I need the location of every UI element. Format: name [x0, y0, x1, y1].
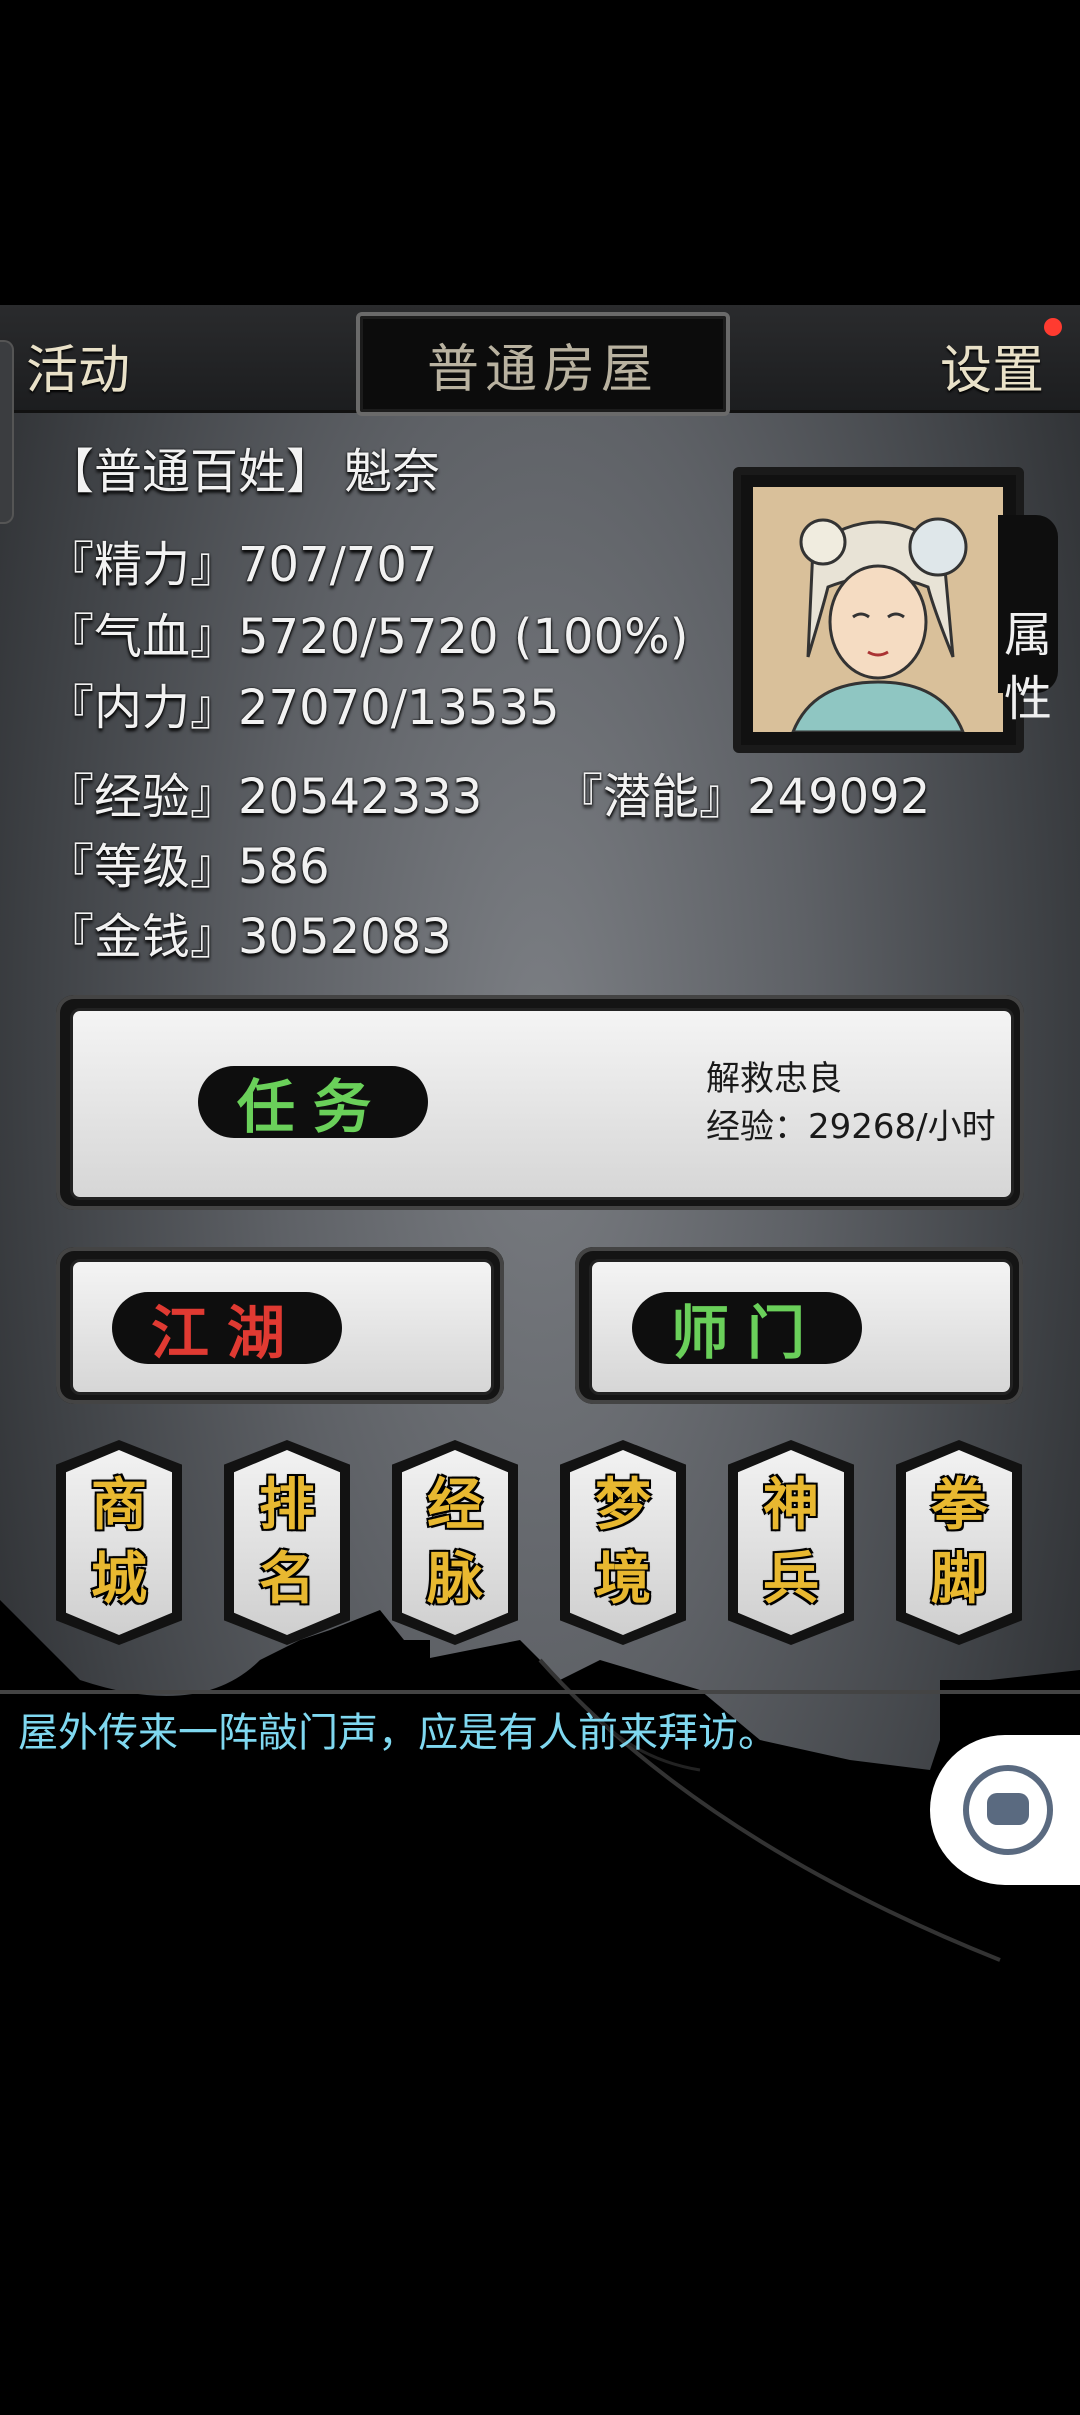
settings-button[interactable]: 设置 [940, 328, 1044, 403]
stat-money: 『金钱』3052083 [46, 897, 452, 967]
portrait-image [753, 487, 1003, 734]
assistant-button[interactable] [930, 1735, 1080, 1885]
attribute-tab[interactable]: 属 性 [998, 515, 1058, 727]
task-exp-rate: 经验：29268/小时 [706, 1107, 996, 1147]
notification-dot-icon [1044, 318, 1062, 336]
menu-dream-label: 梦 境 [595, 1472, 651, 1612]
stat-level: 『等级』586 [46, 827, 330, 897]
stat-money-label: 『金钱』 [46, 909, 239, 965]
stat-energy-value: 707/707 [238, 537, 438, 593]
menu-meridian-label: 经 脉 [427, 1472, 483, 1612]
activity-button[interactable]: 活动 [26, 328, 130, 403]
robot-assistant-icon [963, 1765, 1053, 1855]
stat-potential: 『潜能』249092 [555, 757, 930, 827]
shimen-label: 师门 [632, 1292, 862, 1367]
stat-energy-label: 『精力』 [46, 537, 239, 593]
stat-health-label: 『气血』 [46, 609, 239, 665]
girl-portrait-icon [790, 517, 968, 734]
stat-inner-power-value: 27070/13535 [238, 680, 560, 736]
stat-health: 『气血』5720/5720 (100%) [46, 597, 688, 667]
stat-money-value: 3052083 [238, 909, 452, 965]
stat-potential-label: 『潜能』 [555, 769, 748, 825]
attribute-tab-label: 属 性 [1003, 607, 1052, 727]
divider [0, 1690, 1080, 1694]
stat-inner-power: 『内力』27070/13535 [46, 668, 560, 738]
player-rank: 【普通百姓】 [46, 444, 335, 500]
stat-level-label: 『等级』 [46, 839, 239, 895]
menu-shop-label: 商 城 [91, 1472, 147, 1612]
event-message: 屋外传来一阵敲门声，应是有人前来拜访。 [18, 1710, 778, 1756]
stat-experience-value: 20542333 [238, 769, 483, 825]
stat-potential-value: 249092 [747, 769, 931, 825]
menu-ranking-label: 排 名 [259, 1472, 315, 1612]
stat-level-value: 586 [238, 839, 330, 895]
stat-experience: 『经验』20542333 [46, 757, 482, 827]
side-drawer-handle[interactable] [0, 340, 14, 524]
menu-weapon-label: 神 兵 [763, 1472, 819, 1612]
character-portrait[interactable] [733, 467, 1024, 753]
jianghu-label: 江湖 [112, 1292, 342, 1367]
stat-experience-label: 『经验』 [46, 769, 239, 825]
location-title: 普通房屋 [356, 312, 730, 416]
stat-inner-power-label: 『内力』 [46, 680, 239, 736]
stat-energy: 『精力』707/707 [46, 525, 437, 595]
player-name: 魁奈 [344, 444, 441, 500]
stat-health-value: 5720/5720 (100%) [238, 609, 689, 665]
task-label: 任务 [198, 1066, 428, 1141]
location-title-text: 普通房屋 [426, 339, 659, 400]
task-name: 解救忠良 [706, 1059, 842, 1099]
menu-fist-label: 拳 脚 [931, 1472, 987, 1612]
